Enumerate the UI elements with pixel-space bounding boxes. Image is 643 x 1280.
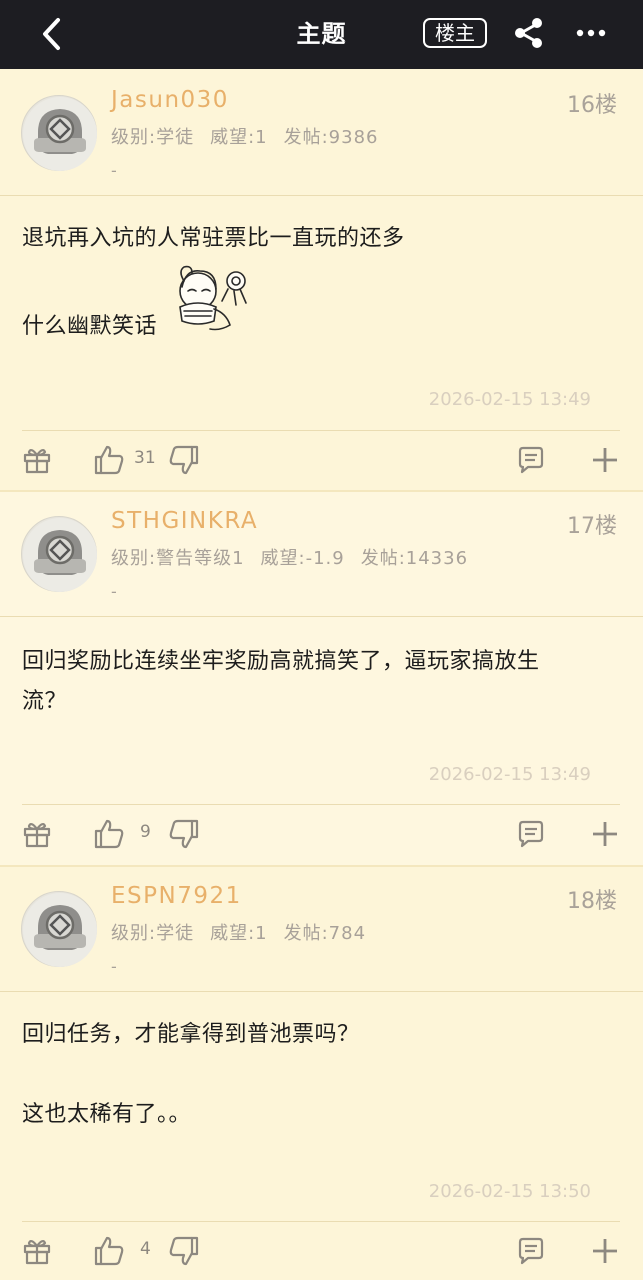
floor-number: 16楼 bbox=[567, 93, 617, 118]
avatar[interactable] bbox=[21, 891, 97, 967]
user-meta: 级别:学徒 威望:1 发帖:784 bbox=[111, 919, 382, 945]
post-line: 什么幽默笑话 bbox=[22, 314, 158, 339]
top-bar: 主题 楼主 bbox=[0, 0, 643, 69]
post-17: STHGINKRA 17楼 级别:警告等级1 威望:-1.9 发帖:14336 - … bbox=[0, 492, 643, 865]
post-line: 退坑再入坑的人常驻票比一直玩的还多 bbox=[22, 226, 405, 251]
post-actions: 4 bbox=[0, 1222, 643, 1280]
gift-icon bbox=[23, 448, 51, 474]
like-button[interactable] bbox=[93, 1234, 125, 1268]
add-button[interactable] bbox=[590, 817, 620, 851]
user-post-count: 发帖:784 bbox=[283, 923, 367, 944]
divider bbox=[0, 195, 643, 196]
user-meta: 级别:学徒 威望:1 发帖:9386 bbox=[111, 123, 394, 149]
post-body: 回归任务，才能拿得到普池票吗？ 这也太稀有了。。 bbox=[22, 1015, 622, 1135]
gift-button[interactable] bbox=[22, 817, 52, 851]
gift-button[interactable] bbox=[22, 443, 52, 477]
diving-helmet-avatar-icon bbox=[23, 893, 97, 967]
comment-icon bbox=[518, 1237, 544, 1265]
chevron-left-icon bbox=[43, 18, 60, 50]
avatar[interactable] bbox=[21, 516, 97, 592]
gift-icon bbox=[23, 1239, 51, 1265]
dislike-button[interactable] bbox=[168, 443, 200, 477]
user-signature: - bbox=[111, 161, 117, 180]
plus-icon bbox=[593, 822, 617, 846]
user-prestige: 威望:1 bbox=[210, 127, 268, 148]
comment-icon bbox=[518, 820, 544, 848]
post-timestamp: 2026-02-15 13:49 bbox=[428, 389, 591, 410]
post-16: Jasun030 16楼 级别:学徒 威望:1 发帖:9386 - 退坑再入坑的人常… bbox=[0, 69, 643, 490]
post-timestamp: 2026-02-15 13:50 bbox=[428, 1181, 591, 1202]
thumbs-up-icon bbox=[94, 445, 124, 475]
user-signature: - bbox=[111, 957, 117, 976]
user-level: 级别:学徒 bbox=[111, 127, 195, 148]
user-signature: - bbox=[111, 582, 117, 601]
post-line: 回归任务，才能拿得到普池票吗？ bbox=[22, 1022, 360, 1047]
user-prestige: 威望:1 bbox=[210, 923, 268, 944]
avatar[interactable] bbox=[21, 95, 97, 171]
more-dots-icon bbox=[576, 29, 606, 37]
diving-helmet-avatar-icon bbox=[23, 97, 97, 171]
reply-button[interactable] bbox=[516, 443, 546, 477]
floor-number: 17楼 bbox=[567, 514, 617, 539]
thumbs-up-icon bbox=[94, 819, 124, 849]
add-button[interactable] bbox=[590, 443, 620, 477]
username[interactable]: ESPN7921 bbox=[111, 883, 242, 909]
post-line: 这也太稀有了。。 bbox=[22, 1102, 192, 1127]
like-count: 31 bbox=[134, 448, 156, 468]
thumbs-up-icon bbox=[94, 1236, 124, 1266]
post-line: 流？ bbox=[22, 689, 68, 714]
divider bbox=[0, 616, 643, 617]
post-actions: 31 bbox=[0, 431, 643, 489]
thumbs-down-icon bbox=[169, 1236, 199, 1266]
like-button[interactable] bbox=[93, 817, 125, 851]
plus-icon bbox=[593, 1239, 617, 1263]
gift-icon bbox=[23, 822, 51, 848]
post-actions: 9 bbox=[0, 805, 643, 863]
post-18: ESPN7921 18楼 级别:学徒 威望:1 发帖:784 - 回归任务，才能拿得… bbox=[0, 867, 643, 1280]
thumbs-down-icon bbox=[169, 819, 199, 849]
like-count: 9 bbox=[140, 822, 151, 842]
floor-number: 18楼 bbox=[567, 889, 617, 914]
reply-button[interactable] bbox=[516, 817, 546, 851]
post-line: 回归奖励比连续坐牢奖励高就搞笑了，逼玩家搞放生 bbox=[22, 649, 540, 674]
gift-button[interactable] bbox=[22, 1234, 52, 1268]
more-menu-button[interactable] bbox=[572, 14, 610, 52]
reply-button[interactable] bbox=[516, 1234, 546, 1268]
divider bbox=[0, 991, 643, 992]
user-level: 级别:警告等级1 bbox=[111, 548, 245, 569]
thumbs-down-icon bbox=[169, 445, 199, 475]
user-post-count: 发帖:9386 bbox=[283, 127, 379, 148]
user-post-count: 发帖:14336 bbox=[360, 548, 469, 569]
sticker-image bbox=[179, 265, 247, 331]
diving-helmet-avatar-icon bbox=[23, 518, 97, 592]
share-icon bbox=[515, 18, 542, 48]
like-count: 4 bbox=[140, 1239, 151, 1259]
dislike-button[interactable] bbox=[168, 817, 200, 851]
user-level: 级别:学徒 bbox=[111, 923, 195, 944]
comment-icon bbox=[518, 446, 544, 474]
share-button[interactable] bbox=[510, 14, 548, 52]
plus-icon bbox=[593, 448, 617, 472]
like-button[interactable] bbox=[93, 443, 125, 477]
user-meta: 级别:警告等级1 威望:-1.9 发帖:14336 bbox=[111, 544, 484, 570]
post-timestamp: 2026-02-15 13:49 bbox=[428, 764, 591, 785]
post-body: 退坑再入坑的人常驻票比一直玩的还多 什么幽默笑话 bbox=[22, 219, 622, 347]
add-button[interactable] bbox=[590, 1234, 620, 1268]
username[interactable]: Jasun030 bbox=[111, 87, 229, 113]
dislike-button[interactable] bbox=[168, 1234, 200, 1268]
post-body: 回归奖励比连续坐牢奖励高就搞笑了，逼玩家搞放生 流？ bbox=[22, 642, 622, 722]
only-op-button[interactable]: 楼主 bbox=[423, 18, 487, 48]
back-button[interactable] bbox=[30, 12, 74, 56]
username[interactable]: STHGINKRA bbox=[111, 508, 258, 534]
user-prestige: 威望:-1.9 bbox=[260, 548, 345, 569]
